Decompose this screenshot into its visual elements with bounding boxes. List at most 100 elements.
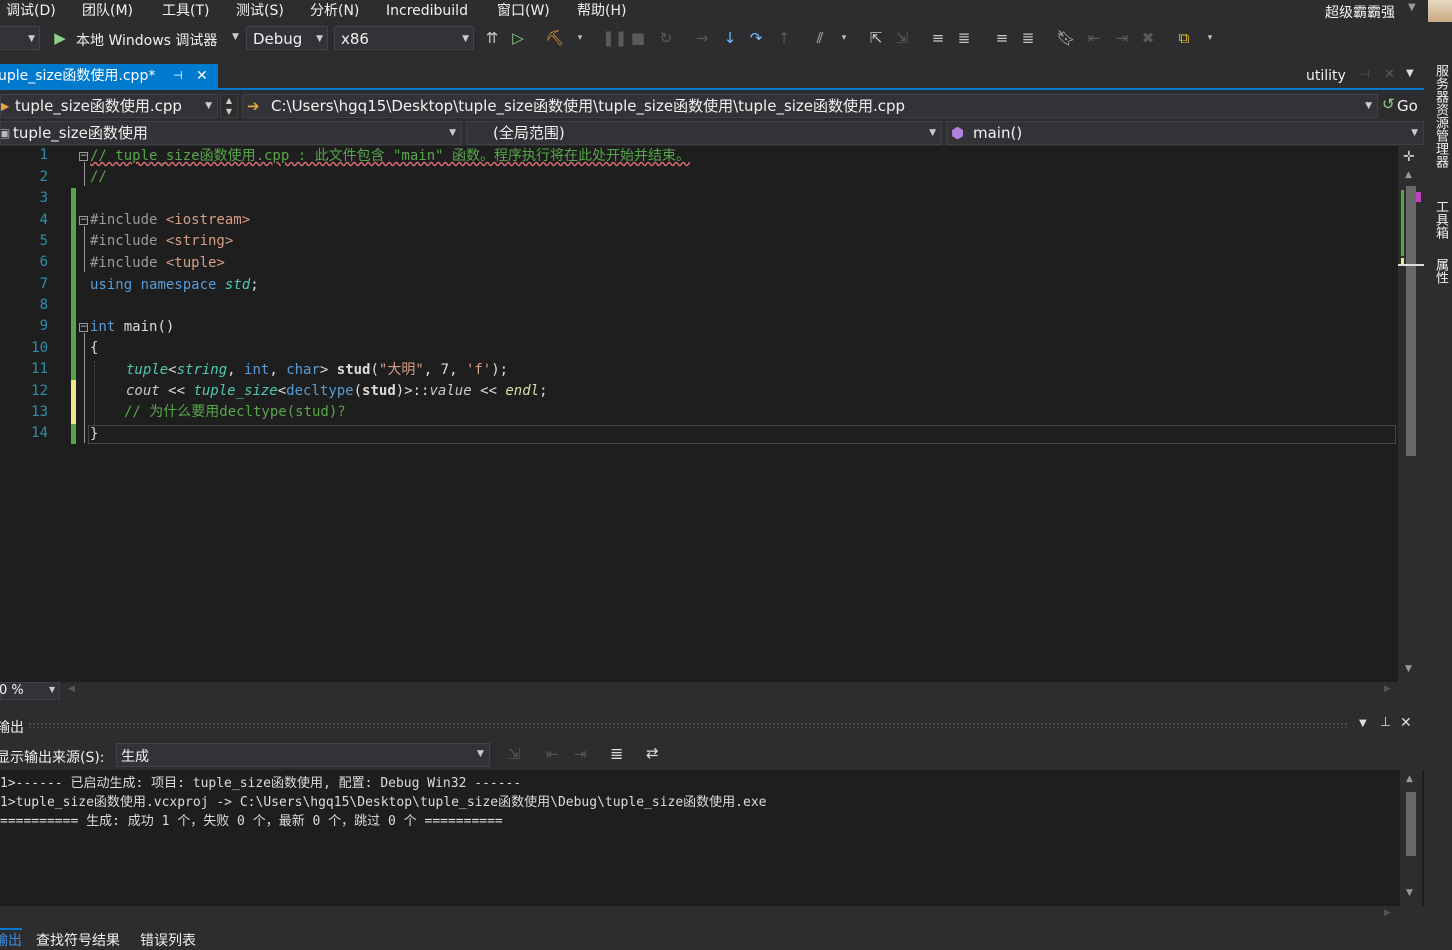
punct: )>:: (395, 383, 430, 399)
scroll-thumb[interactable] (1406, 186, 1416, 456)
platform-combo[interactable]: x86 ▼ (334, 26, 474, 50)
debugger-dropdown-icon[interactable]: ▼ (232, 32, 239, 42)
tab-list-dropdown-icon[interactable]: ▼ (1406, 68, 1414, 79)
output-line: 1>tuple_size函数使用.vcxproj -> C:\Users\hgq… (0, 795, 767, 810)
toolbox-tab[interactable]: 工具箱 (1431, 200, 1450, 239)
step-out-icon: ↑ (777, 29, 791, 47)
menu-team[interactable]: 团队(M) (82, 1, 133, 21)
debugger-label[interactable]: 本地 Windows 调试器 (76, 30, 217, 50)
hex-display-icon[interactable]: ⫽ (810, 28, 830, 48)
path-combo[interactable]: ➔ C:\Users\hgq15\Desktop\tuple_size函数使用\… (242, 94, 1378, 118)
type: tuple (126, 362, 169, 378)
bookmark-icon[interactable]: 🔖︎ (1056, 28, 1076, 48)
output-text-area[interactable]: 1>------ 已启动生成: 项目: tuple_size函数使用, 配置: … (0, 770, 1424, 906)
step-over-icon[interactable]: ↷ (746, 28, 766, 48)
decrease-indent-icon[interactable]: ≡ (992, 28, 1012, 48)
project-combo[interactable]: ▣ tuple_size函数使用 ▼ (0, 121, 462, 145)
overflow-icon[interactable]: ▾ (834, 28, 854, 48)
menu-analyze[interactable]: 分析(N) (310, 1, 359, 21)
file-combo[interactable]: ▶ tuple_size函数使用.cpp ▼ (0, 94, 218, 118)
brace: { (90, 340, 99, 356)
scope-combo[interactable]: (全局范围) ▼ (466, 121, 942, 145)
go-button[interactable]: ↺ Go (1380, 94, 1424, 118)
menu-debug[interactable]: 调试(D) (6, 1, 56, 21)
avatar[interactable] (1428, 0, 1452, 22)
clear-all-icon[interactable]: ≣ (610, 744, 623, 763)
comment-lines-icon[interactable]: ≡ (928, 28, 948, 48)
user-dropdown-icon[interactable]: ▼ (1408, 2, 1416, 13)
keyword: char (286, 362, 320, 378)
code-nav-bar: ▣ tuple_size函数使用 ▼ (全局范围) ▼ ⬢ main() ▼ (0, 120, 1424, 146)
collapse-icon[interactable]: − (79, 323, 88, 332)
chevron-down-icon: ▼ (929, 128, 936, 138)
scroll-right-icon[interactable]: ▶ (1384, 684, 1391, 694)
close-icon[interactable]: ✕ (1384, 67, 1395, 82)
zoom-combo[interactable]: 0 % ▼ (0, 682, 60, 700)
tab-find-symbol-results[interactable]: 查找符号结果 (36, 930, 120, 950)
tab-error-list[interactable]: 错误列表 (140, 930, 196, 950)
char-literal: 'f' (465, 362, 492, 378)
pin-icon[interactable]: ⊣ (1360, 68, 1370, 81)
increase-indent-icon[interactable]: ≣ (1018, 28, 1038, 48)
user-name[interactable]: 超级霸霸强 (1325, 2, 1395, 22)
tab-output[interactable]: 输出 (0, 928, 22, 950)
close-icon[interactable]: ✕ (1400, 715, 1412, 731)
split-icon[interactable]: ✛ (1403, 149, 1415, 165)
punct: ( (353, 383, 363, 399)
line-number: 4 (39, 212, 48, 228)
start-debug-icon[interactable]: ▶ (50, 28, 70, 48)
pin-icon[interactable]: ⊥ (1380, 715, 1391, 730)
project-value: tuple_size函数使用 (13, 124, 148, 142)
tab-active-file[interactable]: uple_size函数使用.cpp* ⊣ ✕ (0, 64, 218, 88)
step-into-icon[interactable]: ↓ (720, 28, 740, 48)
line-number-gutter: 1 2 3 4 5 6 7 8 9 10 11 12 13 14 (0, 146, 62, 682)
output-vertical-scrollbar[interactable]: ▲ ▼ (1400, 770, 1422, 906)
code-editor[interactable]: 1 2 3 4 5 6 7 8 9 10 11 12 13 14 − − − /… (0, 146, 1424, 682)
config-combo[interactable]: Debug ▼ (246, 26, 328, 50)
server-explorer-tab[interactable]: 服务器资源管理器 (1431, 64, 1450, 168)
code-line-6: #include <tuple> (90, 253, 225, 274)
attach-process-icon[interactable]: ⇈ (482, 28, 502, 48)
code-line-12: cout << tuple_size<decltype(stud)>::valu… (126, 381, 548, 402)
overflow-icon[interactable]: ▾ (1200, 28, 1220, 48)
menu-window[interactable]: 窗口(W) (497, 1, 550, 21)
output-horizontal-scrollbar[interactable]: ▶ (0, 906, 1424, 924)
close-icon[interactable]: ✕ (196, 64, 208, 88)
menu-incredibuild[interactable]: Incredibuild (386, 1, 468, 21)
line-number: 6 (39, 254, 48, 270)
properties-tab[interactable]: 属性 (1431, 258, 1450, 284)
collapse-icon[interactable]: − (79, 216, 88, 225)
scroll-down-icon[interactable]: ▼ (1405, 664, 1412, 674)
code-line-7: using namespace std; (90, 275, 259, 296)
output-source-combo[interactable]: 生成 ▼ (116, 743, 490, 767)
breakpoint-nav-icon[interactable]: ⇱ (866, 28, 886, 48)
editor-vertical-scrollbar[interactable]: ✛ ▲ ▼ (1398, 146, 1424, 682)
menu-test[interactable]: 测试(S) (236, 1, 284, 21)
pin-icon[interactable]: ⊣ (173, 64, 183, 88)
collapse-icon[interactable]: − (79, 152, 88, 161)
output-title: 输出 (0, 720, 24, 736)
scroll-thumb[interactable] (1406, 792, 1416, 856)
tab-utility[interactable]: utility (1306, 68, 1346, 84)
restart-icon: ↻ (659, 29, 673, 47)
scroll-up-icon[interactable]: ▲ (1405, 170, 1412, 180)
uncomment-lines-icon[interactable]: ≣ (954, 28, 974, 48)
line-number: 10 (31, 340, 48, 356)
menu-help[interactable]: 帮助(H) (577, 1, 626, 21)
member-combo[interactable]: ⬢ main() ▼ (946, 121, 1424, 145)
menu-tools[interactable]: 工具(T) (162, 1, 209, 21)
find-icon[interactable]: ⛏ (545, 28, 565, 48)
overflow-icon[interactable]: ▾ (570, 28, 590, 48)
start-without-debug-icon[interactable]: ▷ (508, 28, 528, 48)
scroll-right-icon[interactable]: ▶ (1384, 908, 1391, 918)
scroll-left-icon[interactable]: ◀ (68, 684, 75, 694)
spin-updown-icon[interactable]: ▲ ▼ (220, 94, 238, 118)
outline-line (84, 226, 85, 272)
panel-dropdown-icon[interactable]: ▼ (1359, 718, 1367, 729)
extension-icon[interactable]: ⧉ (1174, 28, 1194, 48)
scroll-up-icon[interactable]: ▲ (1406, 774, 1413, 784)
scroll-down-icon[interactable]: ▼ (1406, 888, 1413, 898)
toolbar-leading-combo[interactable]: ▼ (0, 26, 40, 50)
word-wrap-icon[interactable]: ⇄ (646, 744, 659, 762)
punct: ); (491, 362, 509, 378)
